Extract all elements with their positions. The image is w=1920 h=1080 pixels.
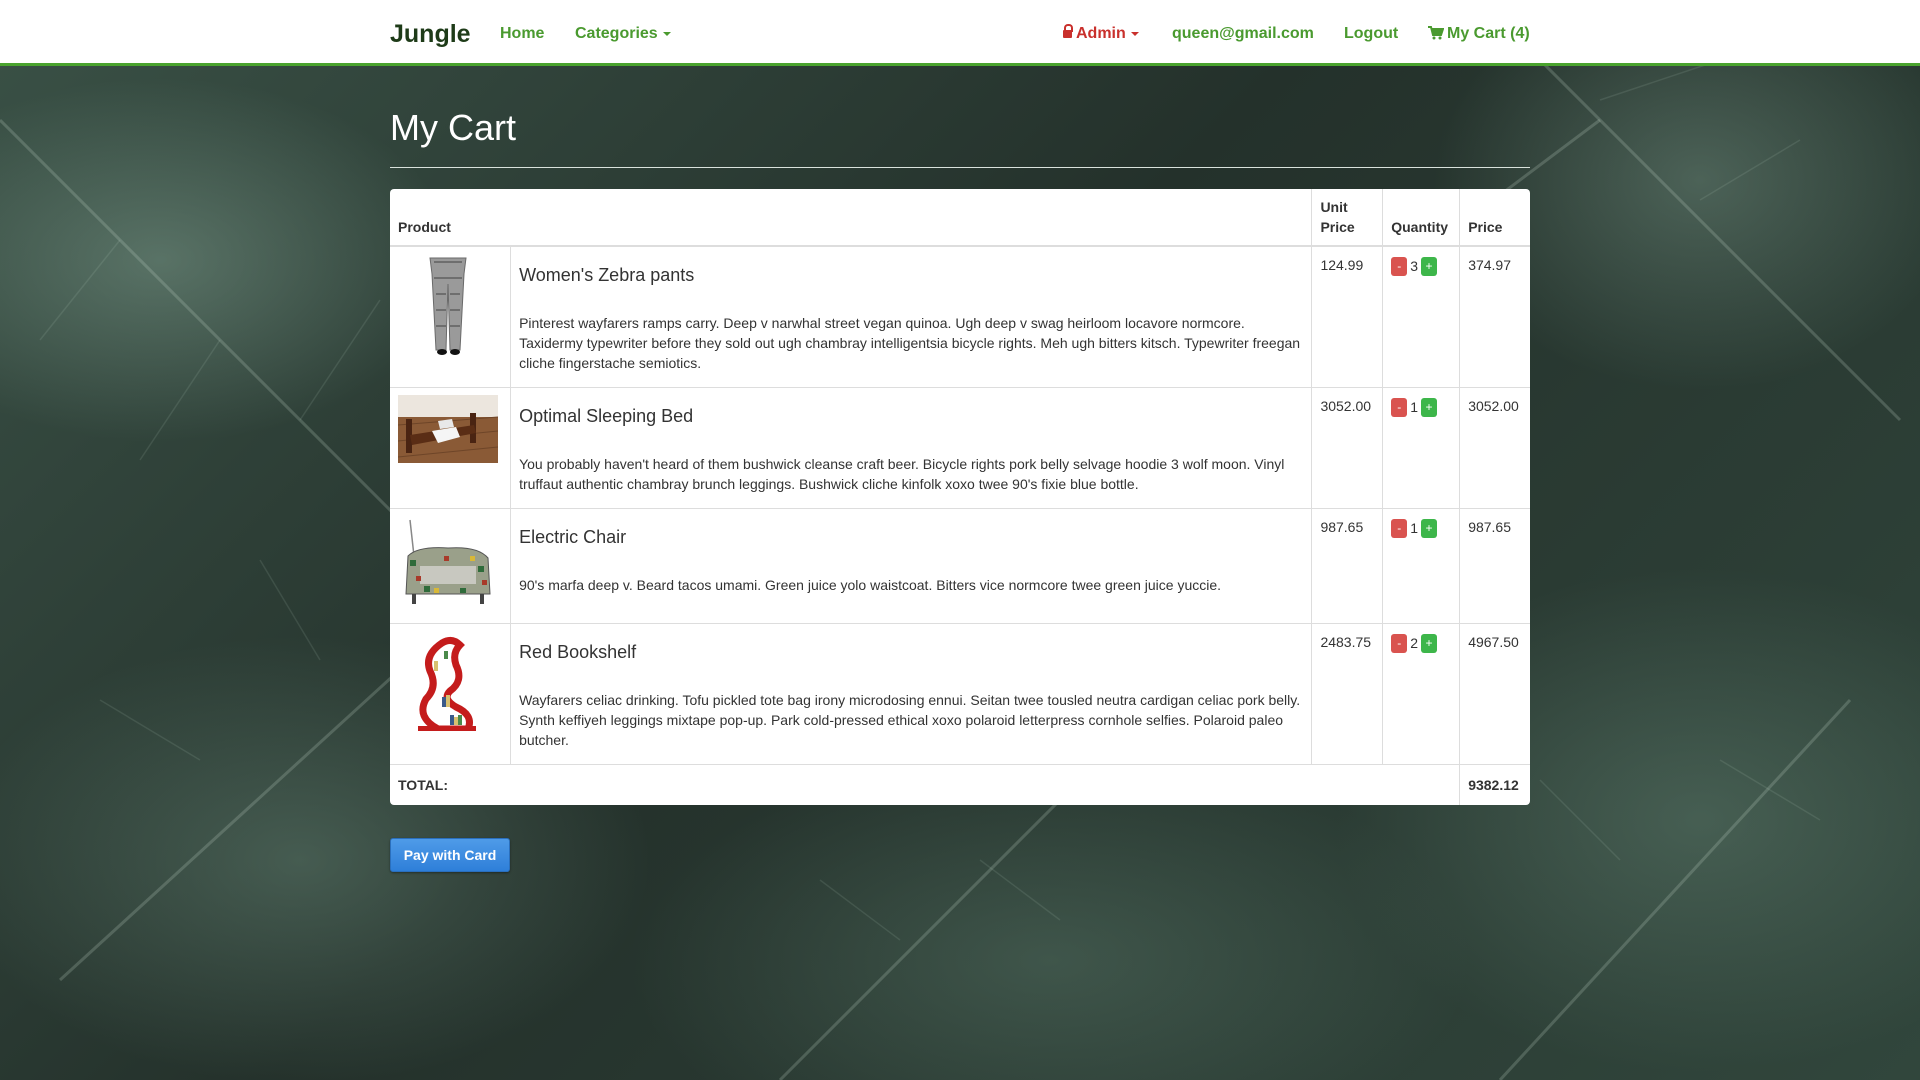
product-image-cell <box>390 508 511 624</box>
total-value: 9382.12 <box>1459 764 1530 805</box>
table-row: Women's Zebra pants Pinterest wayfarers … <box>390 245 1530 388</box>
nav-cart-link[interactable]: My Cart (4) <box>1428 25 1530 43</box>
quantity-stepper: -2 + <box>1382 623 1460 765</box>
quantity-stepper: -1 + <box>1382 387 1460 509</box>
cart-table: Product Unit Price Quantity Price Women'… <box>390 189 1530 805</box>
quantity-value: 1 <box>1410 399 1419 416</box>
unit-price: 987.65 <box>1311 508 1383 624</box>
product-image-cell <box>390 245 511 388</box>
decrease-quantity-button[interactable]: - <box>1391 633 1408 653</box>
brand-logo[interactable]: Jungle <box>390 20 471 49</box>
product-name[interactable]: Women's Zebra pants <box>519 265 1303 285</box>
product-description: Pinterest wayfarers ramps carry. Deep v … <box>519 315 1301 371</box>
decrease-quantity-button[interactable]: - <box>1391 256 1408 276</box>
chevron-down-icon <box>1130 31 1139 36</box>
product-description: You probably haven't heard of them bushw… <box>519 456 1285 492</box>
header-product: Product <box>390 189 1312 247</box>
product-image-cell <box>390 387 511 509</box>
line-price: 987.65 <box>1459 508 1530 624</box>
decrease-quantity-button[interactable]: - <box>1391 397 1408 417</box>
increase-quantity-button[interactable]: + <box>1421 397 1438 417</box>
product-info-cell: Optimal Sleeping Bed You probably haven'… <box>510 387 1312 509</box>
nav-categories-dropdown[interactable]: Categories <box>575 25 671 43</box>
increase-quantity-button[interactable]: + <box>1421 518 1438 538</box>
header-quantity: Quantity <box>1382 189 1460 247</box>
increase-quantity-button[interactable]: + <box>1421 256 1438 276</box>
product-info-cell: Electric Chair 90's marfa deep v. Beard … <box>510 508 1312 624</box>
line-price: 3052.00 <box>1459 387 1530 509</box>
navbar: Jungle Home Categories Admin queen@gmail… <box>0 0 1920 66</box>
nav-admin-label: Admin <box>1076 25 1126 42</box>
unit-price: 3052.00 <box>1311 387 1383 509</box>
header-price: Price <box>1459 189 1530 247</box>
product-info-cell: Women's Zebra pants Pinterest wayfarers … <box>510 245 1312 388</box>
product-name[interactable]: Optimal Sleeping Bed <box>519 406 1303 426</box>
nav-admin-dropdown[interactable]: Admin <box>1063 24 1139 43</box>
quantity-stepper: -1 + <box>1382 508 1460 624</box>
product-name[interactable]: Red Bookshelf <box>519 642 1303 662</box>
lock-icon <box>1063 24 1073 38</box>
table-row: Electric Chair 90's marfa deep v. Beard … <box>390 508 1530 624</box>
table-row: Optimal Sleeping Bed You probably haven'… <box>390 387 1530 509</box>
quantity-value: 2 <box>1410 635 1419 652</box>
line-price: 4967.50 <box>1459 623 1530 765</box>
total-row: TOTAL: 9382.12 <box>390 764 1530 805</box>
chair-image <box>398 516 498 616</box>
total-label: TOTAL: <box>390 764 1460 805</box>
nav-cart-label: My Cart (4) <box>1447 25 1530 42</box>
nav-home-link[interactable]: Home <box>500 25 544 43</box>
product-description: 90's marfa deep v. Beard tacos umami. Gr… <box>519 577 1222 593</box>
table-header-row: Product Unit Price Quantity Price <box>390 189 1530 247</box>
bookshelf-image <box>398 631 498 731</box>
table-row: Red Bookshelf Wayfarers celiac drinking.… <box>390 623 1530 765</box>
quantity-value: 1 <box>1410 520 1419 537</box>
increase-quantity-button[interactable]: + <box>1421 633 1438 653</box>
shopping-cart-icon <box>1428 26 1444 40</box>
pay-with-card-button[interactable]: Pay with Card <box>390 838 510 872</box>
nav-categories-label: Categories <box>575 25 658 42</box>
nav-user-email[interactable]: queen@gmail.com <box>1172 25 1314 43</box>
unit-price: 2483.75 <box>1311 623 1383 765</box>
line-price: 374.97 <box>1459 245 1530 388</box>
unit-price: 124.99 <box>1311 245 1383 388</box>
product-description: Wayfarers celiac drinking. Tofu pickled … <box>519 692 1301 748</box>
product-info-cell: Red Bookshelf Wayfarers celiac drinking.… <box>510 623 1312 765</box>
decrease-quantity-button[interactable]: - <box>1391 518 1408 538</box>
nav-logout-link[interactable]: Logout <box>1344 25 1398 43</box>
quantity-stepper: -3 + <box>1382 245 1460 388</box>
chevron-down-icon <box>662 31 671 36</box>
pants-image <box>398 254 498 356</box>
page-title: My Cart <box>390 107 516 148</box>
product-name[interactable]: Electric Chair <box>519 527 1303 547</box>
bed-image <box>398 395 498 463</box>
header-unit-price: Unit Price <box>1311 189 1383 247</box>
product-image-cell <box>390 623 511 765</box>
quantity-value: 3 <box>1410 258 1419 275</box>
title-divider <box>390 167 1530 168</box>
